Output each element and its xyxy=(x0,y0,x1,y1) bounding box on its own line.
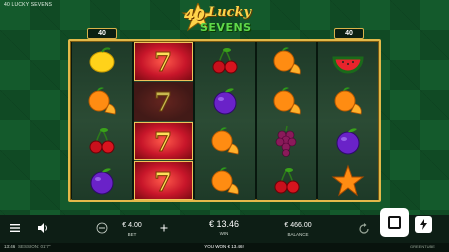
bet-increase-button[interactable] xyxy=(158,222,170,234)
session-timer: SESSION: 01'7" xyxy=(18,244,51,249)
sound-icon[interactable] xyxy=(37,222,49,234)
reels-grid: 7 7 7 7 xyxy=(72,42,378,200)
orange-symbol xyxy=(257,42,317,81)
grapes-icon xyxy=(275,125,296,157)
paylines-badge-right: 40 xyxy=(334,28,364,39)
paylines-badge-left: 40 xyxy=(87,28,117,39)
seven-icon: 7 xyxy=(154,48,173,79)
minus-icon xyxy=(96,222,108,234)
cherries-symbol xyxy=(195,42,255,81)
cherries-icon xyxy=(274,167,300,194)
plus-icon xyxy=(160,224,168,232)
reel-4 xyxy=(256,42,317,200)
orange-icon xyxy=(334,87,362,115)
autoplay-icon xyxy=(359,223,369,234)
cherries-icon xyxy=(89,127,115,154)
reel-5 xyxy=(318,42,378,200)
game-title: 40 LUCKY SEVENS xyxy=(4,2,53,8)
plum-icon xyxy=(90,168,114,195)
balance-label: BALANCE xyxy=(287,232,309,237)
orange-symbol xyxy=(195,161,255,200)
win-message: YOU WON € 13.46! xyxy=(204,244,244,249)
cherries-symbol xyxy=(72,122,132,161)
spin-button[interactable] xyxy=(380,208,409,237)
plum-icon xyxy=(213,88,237,115)
svg-text:7: 7 xyxy=(154,48,172,78)
seven-icon: 7 xyxy=(154,127,173,158)
logo-sevens-text: SEVENS xyxy=(200,21,252,34)
bet-value: € 4.00 xyxy=(122,222,142,229)
win-value: € 13.46 xyxy=(208,219,240,229)
plum-icon xyxy=(336,128,360,155)
orange-symbol xyxy=(72,82,132,121)
star-icon xyxy=(331,164,365,196)
logo-lucky-text: Lucky xyxy=(208,5,252,20)
plum-symbol xyxy=(318,122,378,161)
seven-symbol: 7 xyxy=(133,121,194,161)
win-label: WIN xyxy=(219,231,229,236)
brand-label: GREENTUBE xyxy=(410,244,435,249)
lemon-icon xyxy=(89,47,115,73)
stop-square-icon xyxy=(388,216,401,229)
orange-symbol xyxy=(195,122,255,161)
orange-symbol xyxy=(318,82,378,121)
clock: 13:46 xyxy=(4,244,16,249)
seven-symbol: 7 xyxy=(133,161,194,200)
lightning-icon xyxy=(420,219,427,230)
cherries-icon xyxy=(212,48,238,74)
watermelon-symbol xyxy=(318,42,378,81)
reel-3 xyxy=(195,42,255,200)
lemon-symbol xyxy=(72,42,132,81)
star-symbol xyxy=(318,161,378,200)
plum-symbol xyxy=(195,82,255,121)
seven-symbol: 7 xyxy=(133,42,194,81)
watermelon-icon xyxy=(332,56,364,74)
balance-value: € 466.00 xyxy=(284,222,312,229)
bet-label: BET xyxy=(127,232,137,237)
seven-symbol: 7 xyxy=(133,81,194,121)
menu-icon[interactable] xyxy=(9,222,21,234)
bet-decrease-button[interactable] xyxy=(96,222,108,234)
orange-icon xyxy=(88,87,116,115)
turbo-button[interactable] xyxy=(415,216,432,233)
grapes-symbol xyxy=(257,122,317,161)
reel-1 xyxy=(72,42,132,200)
orange-icon xyxy=(211,167,239,195)
orange-icon xyxy=(273,87,301,115)
orange-symbol xyxy=(257,82,317,121)
reel-2: 7 7 7 7 xyxy=(133,42,194,200)
autoplay-button[interactable] xyxy=(357,222,371,236)
orange-icon xyxy=(211,127,239,155)
orange-icon xyxy=(273,47,301,75)
svg-text:7: 7 xyxy=(154,168,172,198)
svg-text:7: 7 xyxy=(154,88,172,118)
seven-icon: 7 xyxy=(154,88,173,119)
svg-text:7: 7 xyxy=(154,128,172,158)
seven-icon: 7 xyxy=(154,167,173,198)
plum-symbol xyxy=(72,161,132,200)
game-logo: 40 Lucky SEVENS xyxy=(178,1,272,39)
cherries-symbol xyxy=(257,161,317,200)
